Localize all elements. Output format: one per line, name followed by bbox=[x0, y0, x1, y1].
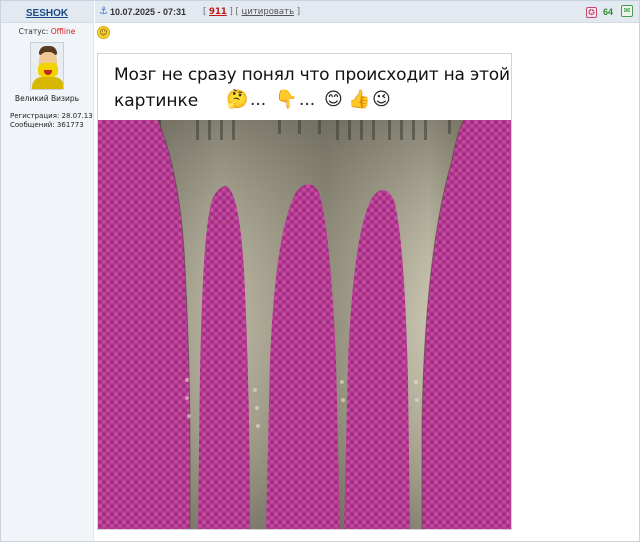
vote-icon[interactable]: ✪ bbox=[585, 6, 597, 18]
author-panel: SESHOK Статус: Offline Великий Визирь Ре… bbox=[1, 1, 94, 541]
caption-line-2: картинке bbox=[114, 91, 199, 111]
image-caption: Мозг не сразу понял что происходит на эт… bbox=[98, 54, 511, 120]
post-date: 10.07.2025 - 07:31 bbox=[110, 7, 187, 17]
post-links: [ 911 ] [ цитировать ] bbox=[203, 7, 300, 17]
status-label: Статус: bbox=[18, 27, 49, 36]
smile-emoji: ☺ bbox=[97, 26, 110, 39]
registration-date: Регистрация: 28.07.13 bbox=[10, 112, 93, 120]
smiling-emoji: 😊 bbox=[324, 89, 343, 110]
caption-line-1: Мозг не сразу понял что происходит на эт… bbox=[114, 65, 510, 85]
pointing-down-emoji: 👇 bbox=[275, 89, 298, 110]
forks-towel-photo bbox=[98, 120, 511, 529]
author-meta: Регистрация: 28.07.13 Сообщений: 361773 bbox=[1, 112, 93, 130]
avatar[interactable] bbox=[30, 42, 64, 90]
author-header: SESHOK bbox=[1, 1, 93, 23]
bracket-separator: ] [ bbox=[229, 7, 239, 17]
author-name-link[interactable]: SESHOK bbox=[26, 8, 68, 19]
rating: ✪ 64 bbox=[585, 5, 613, 19]
wink-emoji: 😉 bbox=[372, 89, 391, 110]
bracket-close: ] bbox=[296, 7, 301, 17]
thinking-emoji: 🤔 bbox=[226, 89, 249, 110]
author-rank: Великий Визирь bbox=[14, 94, 80, 103]
message-icon[interactable]: ✉ bbox=[621, 5, 633, 17]
rating-value: 64 bbox=[602, 7, 613, 17]
anchor-icon[interactable]: ⚓ bbox=[99, 6, 108, 17]
post-image[interactable]: Мозг не сразу понял что происходит на эт… bbox=[97, 53, 512, 530]
ellipsis-2: ... bbox=[299, 90, 316, 110]
quote-link[interactable]: цитировать bbox=[242, 7, 295, 17]
post-header: ⚓ 10.07.2025 - 07:31 [ 911 ] [ цитироват… bbox=[95, 1, 639, 23]
status-value: Offline bbox=[50, 27, 76, 36]
ellipsis-1: ... bbox=[250, 90, 267, 110]
thumbs-up-emoji: 👍 bbox=[348, 89, 371, 110]
message-count: Сообщений: 361773 bbox=[10, 121, 84, 129]
bracket-open: [ bbox=[203, 7, 207, 17]
comment-count-link[interactable]: 911 bbox=[209, 7, 227, 17]
author-status: Статус: Offline bbox=[1, 27, 93, 36]
